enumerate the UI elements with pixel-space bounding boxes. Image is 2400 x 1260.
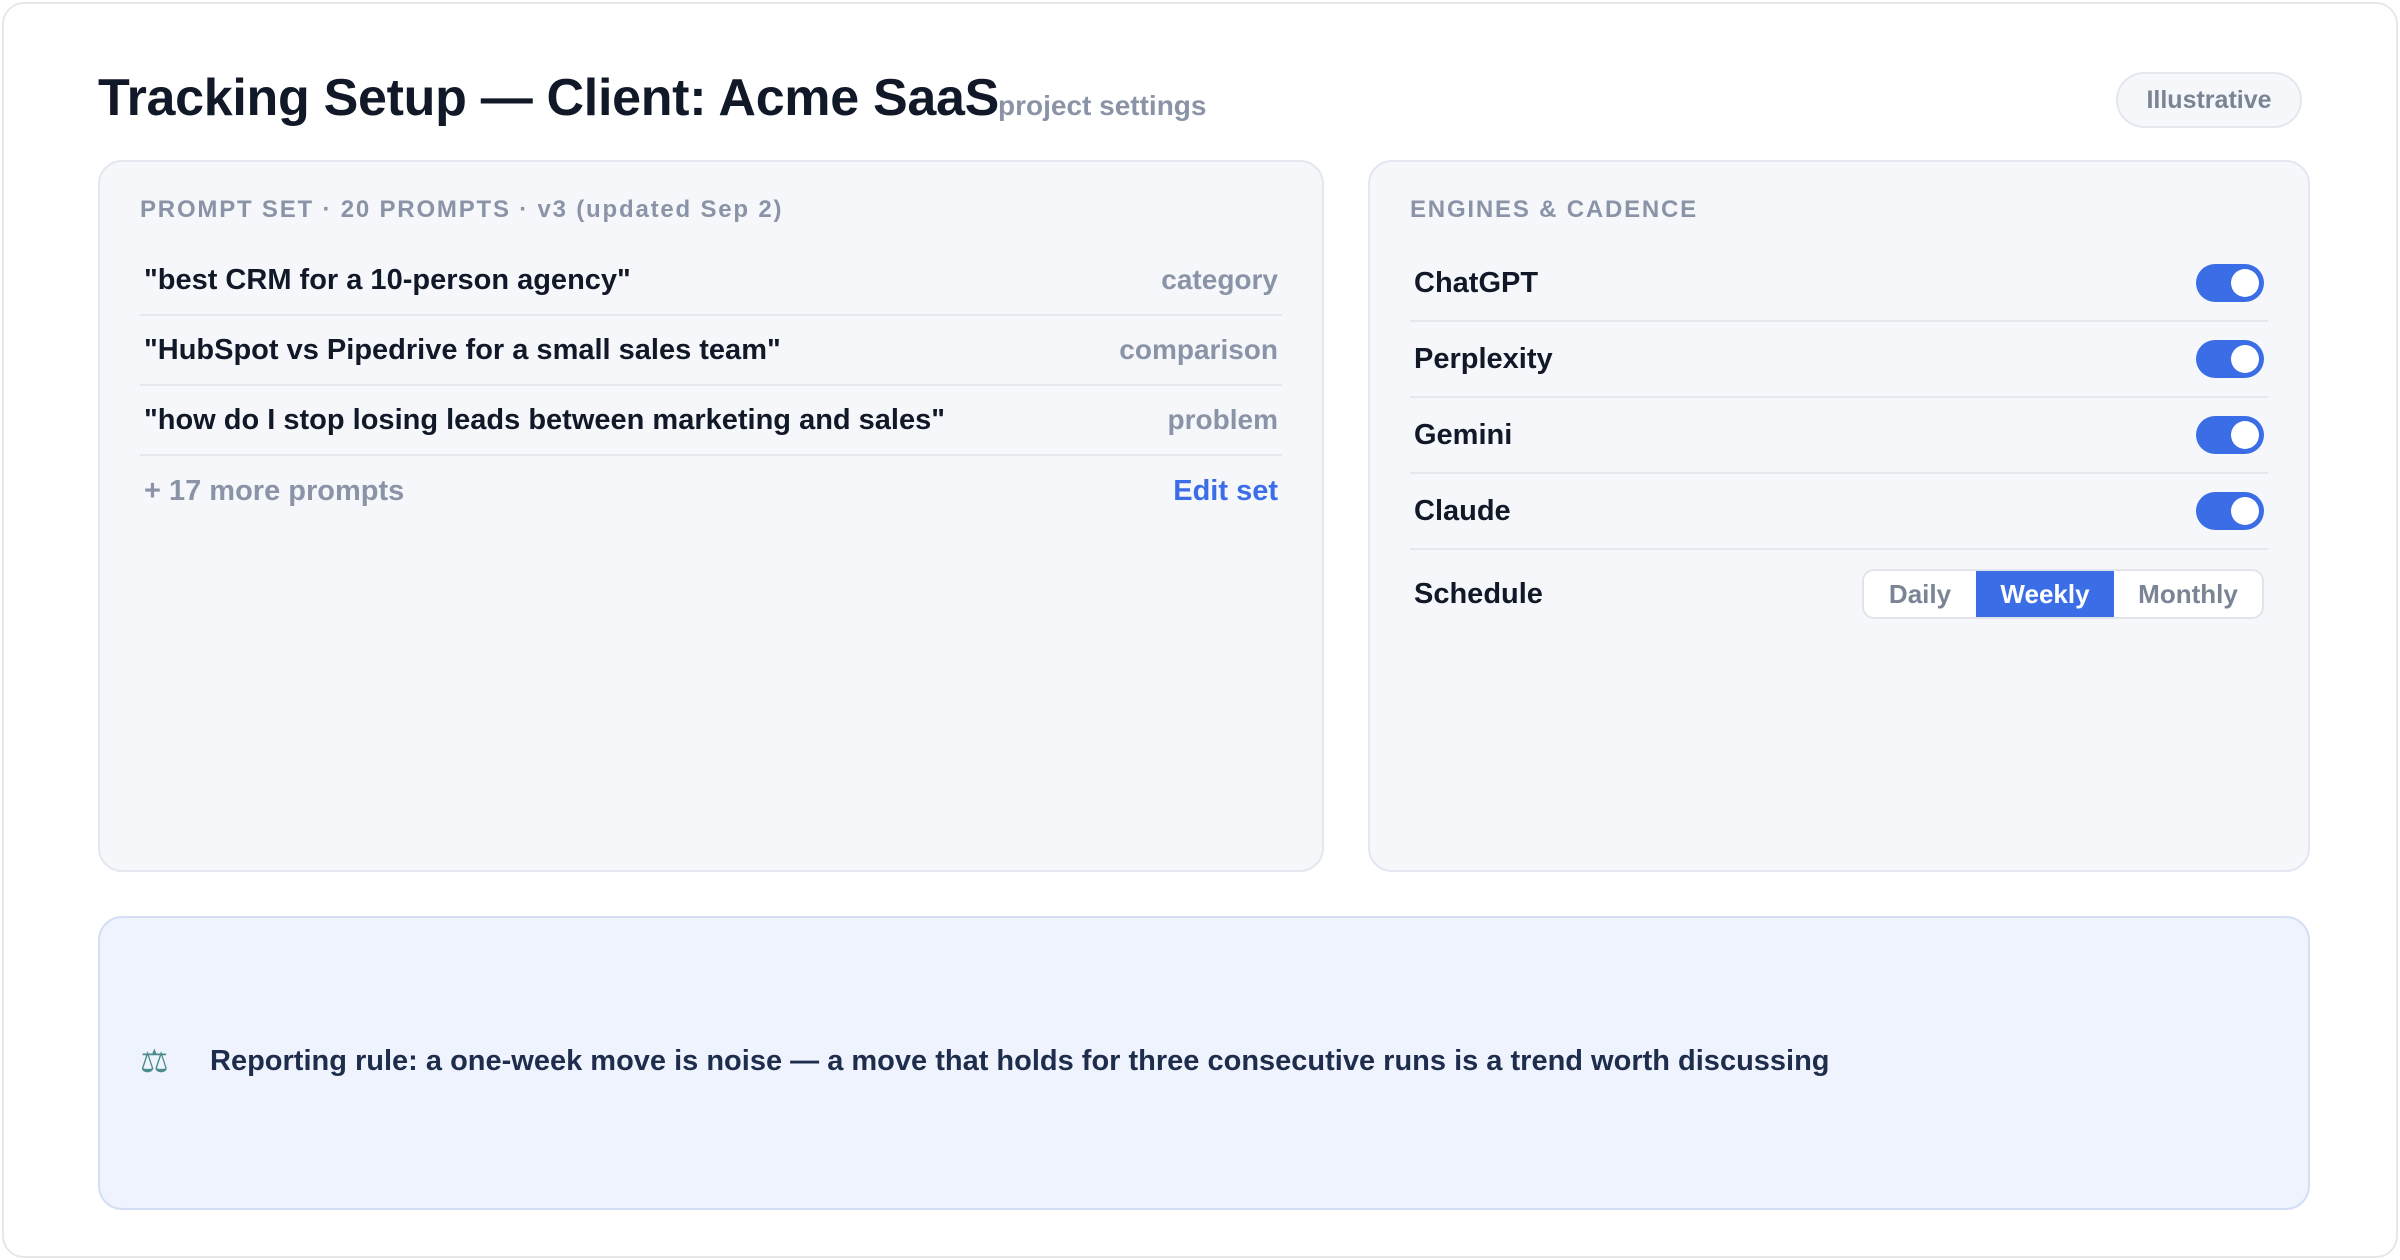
- prompt-row: "best CRM for a 10-person agency" catego…: [140, 246, 1282, 316]
- note-row: ⚖ Reporting rule: a one-week move is noi…: [140, 1042, 1830, 1080]
- page-subtitle: project settings: [998, 90, 1207, 121]
- toggle-knob: [2231, 421, 2259, 449]
- engine-row-claude: Claude: [1410, 474, 2268, 550]
- prompt-set-label: PROMPT SET · 20 PROMPTS · v3 (updated Se…: [140, 196, 784, 223]
- engine-name: Gemini: [1414, 418, 1513, 451]
- prompt-set-card: PROMPT SET · 20 PROMPTS · v3 (updated Se…: [98, 160, 1324, 872]
- engine-row-gemini: Gemini: [1410, 398, 2268, 474]
- app-frame: Tracking Setup — Client: Acme SaaS proje…: [2, 2, 2398, 1258]
- schedule-segmented-control: Daily Weekly Monthly: [1862, 569, 2264, 619]
- prompt-tag: problem: [1167, 404, 1278, 435]
- prompt-row: "HubSpot vs Pipedrive for a small sales …: [140, 316, 1282, 386]
- schedule-option-daily[interactable]: Daily: [1864, 571, 1976, 617]
- reporting-rule-note: ⚖ Reporting rule: a one-week move is noi…: [98, 916, 2310, 1210]
- engine-row-chatgpt: ChatGPT: [1410, 246, 2268, 322]
- perplexity-toggle[interactable]: [2196, 340, 2264, 378]
- balance-scale-icon: ⚖: [140, 1042, 169, 1080]
- prompt-tag: comparison: [1119, 334, 1278, 365]
- prompt-text: "HubSpot vs Pipedrive for a small sales …: [144, 333, 781, 366]
- schedule-option-weekly[interactable]: Weekly: [1976, 571, 2114, 617]
- chatgpt-toggle[interactable]: [2196, 264, 2264, 302]
- illustrative-badge: Illustrative: [2116, 72, 2302, 128]
- claude-toggle[interactable]: [2196, 492, 2264, 530]
- page-header: Tracking Setup — Client: Acme SaaS proje…: [98, 64, 2302, 134]
- more-prompts-row: + 17 more prompts Edit set: [140, 456, 1282, 526]
- note-text: Reporting rule: a one-week move is noise…: [210, 1044, 1830, 1077]
- edit-set-link[interactable]: Edit set: [1173, 475, 1278, 508]
- prompt-tag: category: [1161, 264, 1278, 295]
- engines-label: ENGINES & CADENCE: [1410, 196, 1698, 223]
- engines-card: ENGINES & CADENCE ChatGPT Perplexity Gem…: [1368, 160, 2310, 872]
- schedule-option-monthly[interactable]: Monthly: [2114, 571, 2262, 617]
- engine-row-perplexity: Perplexity: [1410, 322, 2268, 398]
- gemini-toggle[interactable]: [2196, 416, 2264, 454]
- more-prompts-count: + 17 more prompts: [144, 474, 405, 507]
- engine-name: Perplexity: [1414, 342, 1553, 375]
- engine-name: Claude: [1414, 494, 1511, 527]
- toggle-knob: [2231, 345, 2259, 373]
- engine-name: ChatGPT: [1414, 266, 1539, 299]
- schedule-row: Schedule Daily Weekly Monthly: [1410, 550, 2268, 638]
- page-title: Tracking Setup — Client: Acme SaaS: [98, 69, 1000, 127]
- prompt-text: "best CRM for a 10-person agency": [144, 263, 631, 296]
- prompt-list: "best CRM for a 10-person agency" catego…: [140, 246, 1282, 526]
- toggle-knob: [2231, 269, 2259, 297]
- toggle-knob: [2231, 497, 2259, 525]
- prompt-text: "how do I stop losing leads between mark…: [144, 403, 945, 436]
- prompt-row: "how do I stop losing leads between mark…: [140, 386, 1282, 456]
- schedule-label: Schedule: [1414, 577, 1543, 610]
- engine-list: ChatGPT Perplexity Gemini Claude Schedul…: [1410, 246, 2268, 638]
